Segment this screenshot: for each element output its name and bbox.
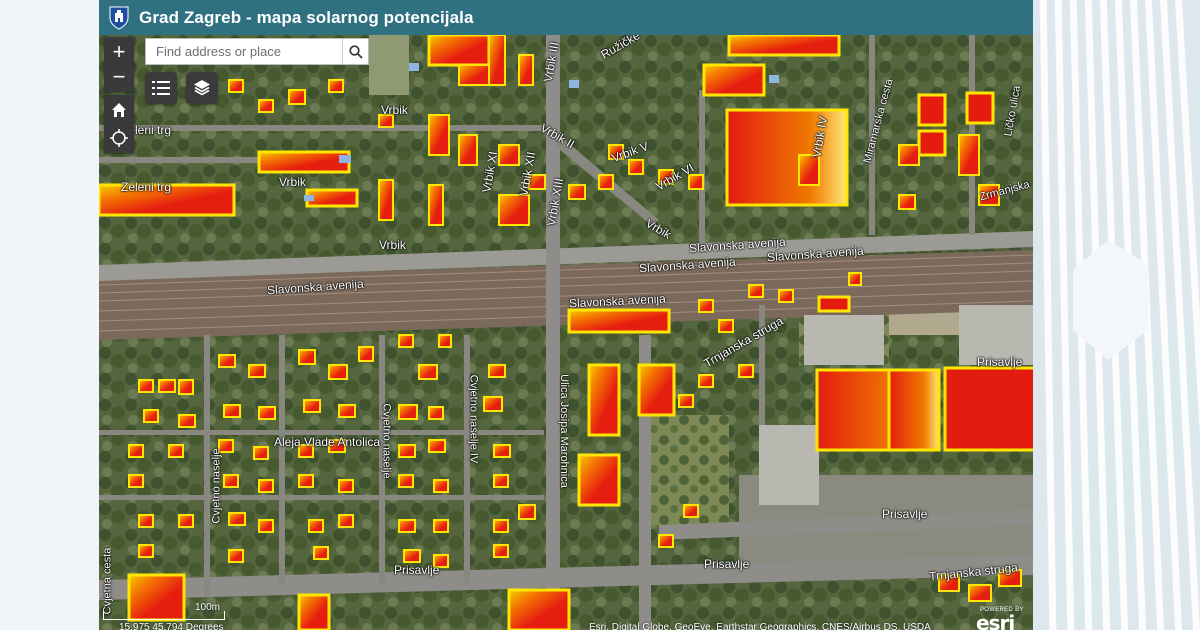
app-title: Grad Zagreb - mapa solarnog potencijala	[139, 7, 474, 27]
esri-wordmark: esri	[976, 611, 1015, 630]
locate-icon	[110, 129, 128, 147]
map-attribution: Esri, Digital Globe, GeoEye, Earthstar G…	[589, 622, 931, 630]
street-label: Ulica Josipa Marohnica	[557, 374, 570, 488]
street-label: Prisavlje	[704, 557, 750, 571]
locate-button[interactable]	[104, 123, 134, 153]
search-button[interactable]	[342, 39, 368, 64]
street-label: Prisavlje	[882, 507, 928, 521]
map-view[interactable]: Zeleni trg Zeleni trg Vrbik Vrbik Vrbik …	[99, 35, 1033, 630]
coordinate-readout: 15.975 45.794 Degrees	[119, 622, 224, 630]
street-label: Zeleni trg	[121, 180, 172, 194]
list-icon	[152, 81, 170, 95]
zagreb-coat-of-arms-icon	[109, 6, 129, 30]
decorative-background-pattern	[1033, 0, 1200, 630]
home-button[interactable]	[104, 95, 134, 125]
search-box	[145, 38, 369, 65]
layers-icon	[194, 80, 210, 96]
street-label: Cvjetno naselje	[380, 403, 393, 479]
street-label: Prisavlje	[977, 355, 1023, 369]
street-label: Cvjetna cesta	[101, 547, 114, 615]
app-window: Grad Zagreb - mapa solarnog potencijala	[99, 0, 1033, 630]
solar-potential-basemap	[99, 35, 1033, 630]
street-label: Vrbik	[379, 238, 406, 252]
street-label: Cvjetno naselje IV	[467, 374, 480, 464]
legend-button[interactable]	[145, 72, 177, 104]
app-header: Grad Zagreb - mapa solarnog potencijala	[99, 0, 1033, 35]
street-label: Vrbik	[279, 175, 306, 189]
esri-logo: POWERED BY esri	[976, 605, 1032, 630]
page-background-left	[0, 0, 99, 630]
zoom-out-button[interactable]: −	[104, 62, 134, 92]
street-label: Vrbik	[381, 103, 408, 117]
search-icon	[348, 44, 363, 59]
street-label: Prisavlje	[394, 563, 440, 577]
layers-button[interactable]	[186, 72, 218, 104]
home-icon	[112, 103, 126, 117]
search-input[interactable]	[146, 39, 342, 64]
scale-label: 100m	[195, 602, 221, 613]
street-label: Cvjetno naselje	[210, 448, 223, 524]
street-label: Aleja Vlade Antolica	[274, 435, 381, 449]
